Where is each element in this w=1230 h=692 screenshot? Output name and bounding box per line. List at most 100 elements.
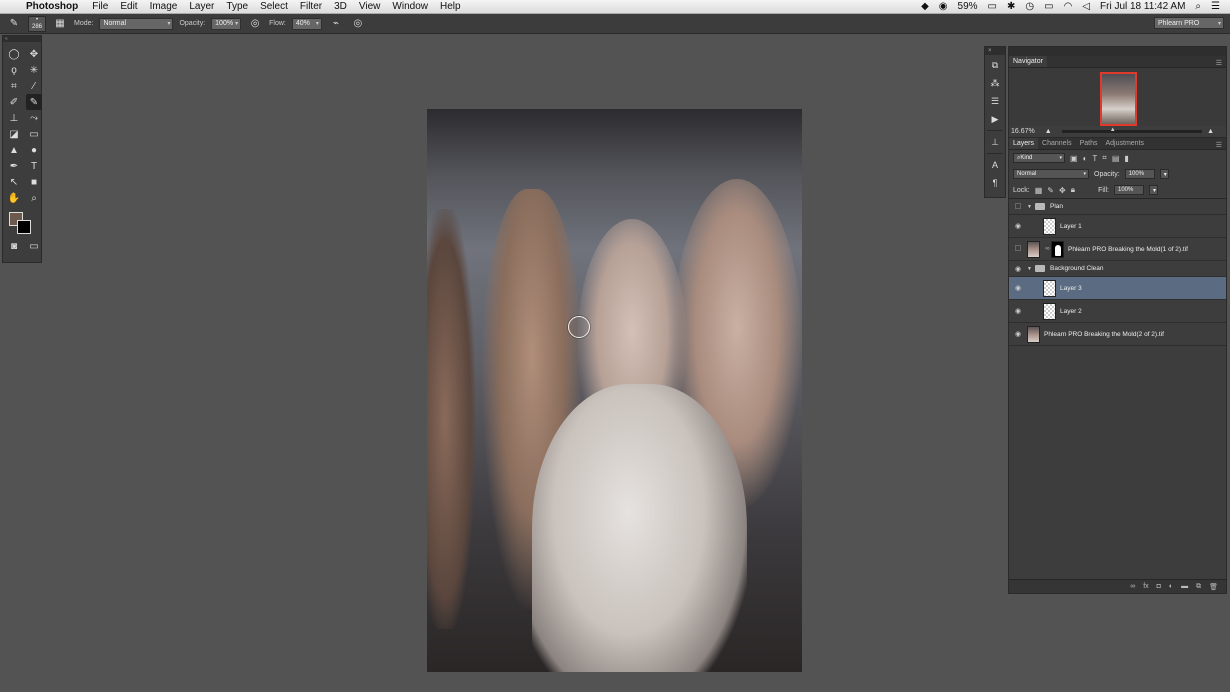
layer-mask-thumbnail[interactable] [1051,240,1064,258]
menu-3d[interactable]: 3D [328,1,353,12]
layer-row-layer-1[interactable]: ◉ Layer 1 [1009,215,1226,238]
pressure-size-icon[interactable]: ◎ [350,17,366,31]
disclosure-triangle-icon[interactable]: ▼ [1027,266,1035,272]
mode-dropdown[interactable]: Normal ▾ [99,17,174,30]
move-tool-icon[interactable]: ✥ [26,46,42,62]
crop-tool-icon[interactable]: ⌗ [6,78,22,94]
filter-adjustment-icon[interactable]: ◐ [1083,154,1088,163]
navigator-preview[interactable] [1009,68,1226,126]
fill-field[interactable]: 100% [1114,185,1144,195]
notification-icon[interactable]: ◆ [921,1,929,12]
zoom-value[interactable]: 16.67% [1011,128,1035,135]
filter-shape-icon[interactable]: ⌗ [1102,153,1107,163]
tab-channels[interactable]: Channels [1038,138,1076,149]
fill-slider-button[interactable]: ▾ [1149,185,1158,195]
time-machine-icon[interactable]: ◷ [1025,1,1034,12]
panel-menu-icon[interactable]: ☰ [1216,59,1226,67]
path-selection-tool-icon[interactable]: ↖ [6,174,22,190]
brush-presets-icon[interactable]: ⁂ [985,75,1005,91]
opacity-field[interactable]: 100% ▾ [211,17,242,30]
blend-mode-dropdown[interactable]: Normal ▾ [1013,169,1089,179]
visibility-toggle[interactable] [1009,245,1027,253]
menu-image[interactable]: Image [144,1,184,12]
brush-size-picker[interactable]: • 286 [28,15,46,32]
workspace-switcher[interactable]: Phlearn PRO ▾ [1154,17,1224,29]
pen-tool-icon[interactable]: ✒ [6,158,22,174]
bluetooth-icon[interactable]: ✱ [1007,1,1015,12]
menu-type[interactable]: Type [220,1,254,12]
lock-transparent-icon[interactable]: ▦ [1035,186,1043,195]
eye-icon[interactable]: ◉ [1009,284,1027,292]
new-layer-icon[interactable]: ⧉ [1196,583,1201,591]
paragraph-panel-icon[interactable]: ¶ [985,175,1005,191]
character-panel-icon[interactable]: A [985,157,1005,173]
properties-panel-icon[interactable]: ☰ [985,93,1005,109]
brush-panel-icon[interactable]: ▦ [52,17,68,31]
clone-stamp-tool-icon[interactable]: ⊥ [6,110,22,126]
layer-row-breaking-mold-2[interactable]: ◉ Phlearn PRO Breaking the Mold(2 of 2).… [1009,323,1226,346]
tab-layers[interactable]: Layers [1009,138,1039,149]
delete-layer-icon[interactable]: 🗑︎ [1209,583,1218,591]
menu-help[interactable]: Help [434,1,467,12]
disclosure-triangle-icon[interactable]: ▼ [1027,204,1035,210]
lock-all-icon[interactable]: 🔒︎ [1071,185,1075,195]
type-tool-icon[interactable]: T [26,158,42,174]
clone-source-icon[interactable]: ⊥ [985,134,1005,150]
flow-field[interactable]: 40% ▾ [291,17,322,30]
tab-adjustments[interactable]: Adjustments [1102,138,1149,149]
filter-pixel-icon[interactable]: ▣ [1070,154,1078,163]
menu-filter[interactable]: Filter [294,1,328,12]
dock-header[interactable]: × [985,47,1005,55]
history-panel-icon[interactable]: ⧉ [985,57,1005,73]
tab-navigator[interactable]: Navigator [1009,56,1047,67]
marquee-tool-icon[interactable]: ◯ [6,46,22,62]
eye-icon[interactable]: ◉ [1009,265,1027,273]
brush-tool-icon[interactable]: ✎ [26,94,42,110]
zoom-out-icon[interactable]: ▲ [1045,128,1052,135]
quick-mask-icon[interactable]: ◙ [6,238,22,254]
layer-row-layer-2[interactable]: ◉ Layer 2 [1009,300,1226,323]
dodge-tool-icon[interactable]: ● [26,142,42,158]
eraser-tool-icon[interactable]: ◪ [6,126,22,142]
magic-wand-tool-icon[interactable]: ✳ [26,62,42,78]
wifi-icon[interactable]: ◠ [1064,1,1073,12]
volume-icon[interactable]: ◁ [1082,1,1090,12]
layer-row-layer-3[interactable]: ◉ Layer 3 [1009,277,1226,300]
lasso-tool-icon[interactable]: ϙ [6,62,22,78]
actions-panel-icon[interactable]: ▶ [985,111,1005,127]
link-layers-icon[interactable]: ∞ [1130,583,1135,590]
zoom-in-icon[interactable]: ▲ [1207,128,1214,135]
filter-type-icon[interactable]: T [1092,154,1097,163]
lock-position-icon[interactable]: ✥ [1059,186,1066,195]
panel-group-header[interactable] [1009,47,1226,56]
filter-smart-object-icon[interactable]: ▤ [1112,154,1120,163]
menu-select[interactable]: Select [254,1,294,12]
app-menu[interactable]: Photoshop [22,1,86,12]
add-mask-icon[interactable]: ◘ [1157,583,1161,590]
menu-edit[interactable]: Edit [114,1,143,12]
clock[interactable]: Fri Jul 18 11:42 AM [1100,1,1185,12]
document-canvas[interactable] [427,109,802,672]
history-brush-tool-icon[interactable]: ⤳ [26,110,42,126]
link-chain-icon[interactable]: ∞ [1044,246,1051,252]
notification-center-icon[interactable]: ☰ [1211,1,1220,12]
slider-knob-icon[interactable]: ▲ [1110,127,1116,133]
visibility-toggle[interactable] [1009,202,1027,211]
eye-icon[interactable]: ◉ [1009,307,1027,315]
tab-paths[interactable]: Paths [1076,138,1102,149]
new-group-icon[interactable]: ▬ [1181,583,1188,590]
zoom-tool-icon[interactable]: ⌕ [26,190,42,206]
navigator-view-box[interactable] [1100,72,1137,126]
brush-preset-icon[interactable]: ✎ [6,17,22,31]
hand-tool-icon[interactable]: ✋ [6,190,22,206]
layer-group-background-clean[interactable]: ◉ ▼ Background Clean [1009,261,1226,277]
spotlight-search-icon[interactable]: ⌕ [1195,1,1201,12]
airplay-icon[interactable]: ▭ [1044,1,1053,12]
filter-toggle-icon[interactable]: ▮ [1124,154,1128,163]
pressure-opacity-icon[interactable]: ◎ [247,17,263,31]
lock-image-icon[interactable]: ✎ [1047,186,1054,195]
eyedropper-tool-icon[interactable]: ⁄ [26,78,42,94]
layer-opacity-field[interactable]: 100% [1124,169,1155,179]
menu-file[interactable]: File [86,1,114,12]
blur-tool-icon[interactable]: ▲ [6,142,22,158]
